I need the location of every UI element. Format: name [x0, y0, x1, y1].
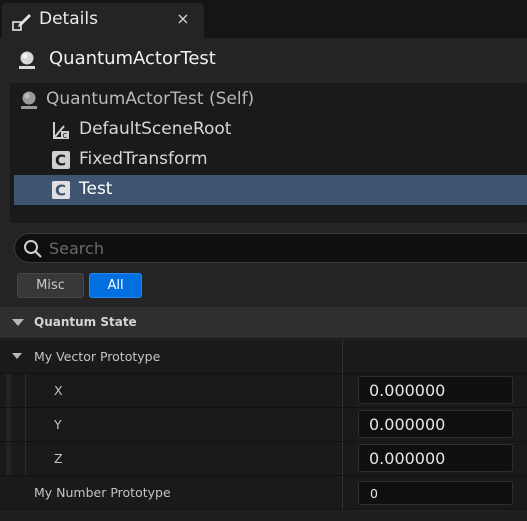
tree-item-label: DefaultSceneRoot — [79, 119, 232, 139]
filter-misc-button[interactable]: Misc — [17, 273, 84, 298]
category-label: Quantum State — [34, 315, 137, 329]
close-icon[interactable]: × — [174, 9, 192, 28]
property-label: Z — [54, 451, 63, 466]
bottom-strip — [0, 511, 527, 521]
tree-item-default-scene-root[interactable]: C DefaultSceneRoot — [14, 115, 527, 145]
indent-guide — [6, 374, 11, 407]
svg-text:C: C — [55, 152, 66, 170]
column-divider — [342, 442, 343, 475]
property-label: X — [54, 383, 63, 398]
indent-guide — [6, 408, 11, 441]
filter-all-button[interactable]: All — [89, 273, 142, 298]
z-value-input[interactable] — [359, 445, 512, 471]
tree-item-label: QuantumActorTest (Self) — [46, 89, 255, 109]
column-divider — [342, 374, 343, 407]
property-my-number-prototype: My Number Prototype — [0, 476, 527, 510]
x-value-field[interactable] — [358, 376, 513, 404]
actor-header: QuantumActorTest — [0, 40, 527, 80]
x-value-input[interactable] — [359, 377, 512, 403]
category-quantum-state[interactable]: Quantum State — [0, 307, 527, 339]
column-divider — [342, 340, 343, 373]
actor-sphere-icon — [17, 50, 37, 70]
property-my-vector-prototype[interactable]: My Vector Prototype — [0, 340, 527, 374]
chevron-down-icon — [12, 319, 24, 326]
tree-item-label: FixedTransform — [79, 149, 208, 169]
column-divider — [342, 476, 343, 509]
y-value-input[interactable] — [359, 411, 512, 437]
component-tree: QuantumActorTest (Self) C DefaultSceneRo… — [10, 83, 527, 223]
property-label: My Number Prototype — [34, 485, 171, 500]
search-icon — [23, 239, 43, 259]
search-box — [14, 233, 527, 263]
property-x: X — [0, 374, 527, 408]
tab-details[interactable]: Details × — [2, 3, 204, 38]
property-label: My Vector Prototype — [34, 349, 161, 364]
component-icon: C — [51, 180, 71, 200]
component-icon: C — [51, 150, 71, 170]
scene-root-icon: C — [50, 120, 70, 140]
tree-item-label: Test — [79, 179, 113, 199]
tree-item-fixed-transform[interactable]: C FixedTransform — [14, 145, 527, 175]
chevron-down-icon — [12, 353, 22, 359]
column-divider — [342, 408, 343, 441]
property-label: Y — [54, 417, 62, 432]
actor-name: QuantumActorTest — [49, 48, 216, 69]
actor-sphere-icon — [19, 90, 39, 110]
indent-guide — [25, 374, 26, 407]
z-value-field[interactable] — [358, 444, 513, 472]
search-input[interactable] — [49, 236, 519, 260]
y-value-field[interactable] — [358, 410, 513, 438]
property-y: Y — [0, 408, 527, 442]
svg-text:C: C — [63, 132, 68, 140]
indent-guide — [6, 442, 11, 475]
pencil-icon — [11, 10, 33, 32]
tab-title: Details — [39, 9, 98, 29]
tree-item-self[interactable]: QuantumActorTest (Self) — [14, 85, 527, 115]
svg-text:C: C — [55, 182, 66, 200]
number-value-field[interactable] — [358, 481, 513, 505]
tree-item-test[interactable]: C Test — [14, 175, 527, 205]
indent-guide — [25, 408, 26, 441]
property-z: Z — [0, 442, 527, 476]
indent-guide — [25, 442, 26, 475]
number-value-input[interactable] — [359, 482, 512, 504]
